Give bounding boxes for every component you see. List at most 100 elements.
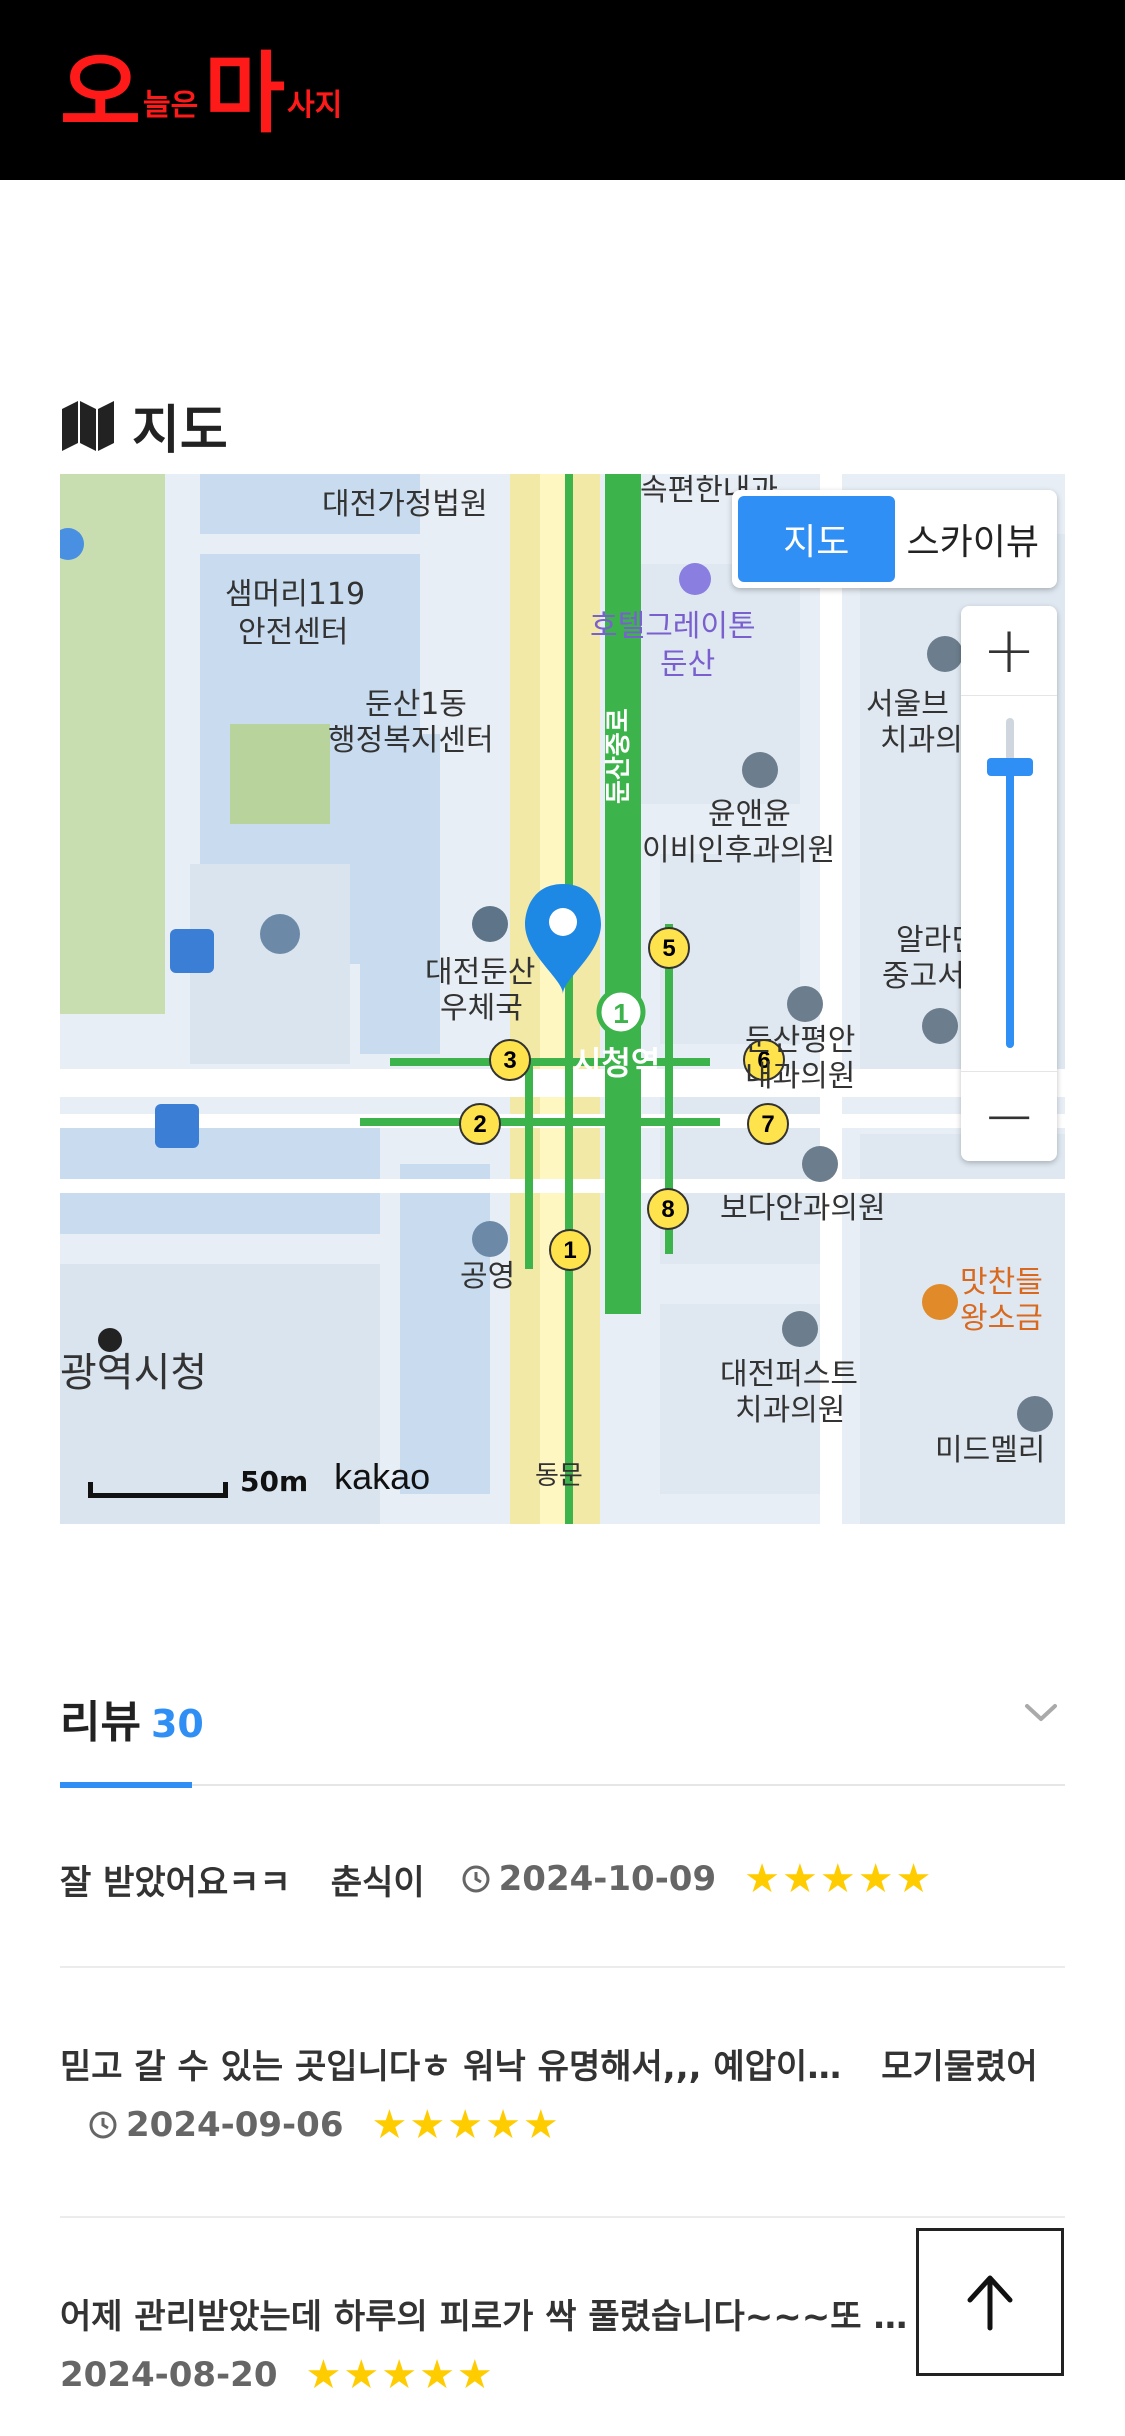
svg-text:5: 5 <box>662 935 675 962</box>
svg-text:둔산1동: 둔산1동 <box>365 687 467 722</box>
review-date-text: 2024-10-09 <box>498 1859 717 1899</box>
star-rating: ★ ★ ★ ★ ★ <box>305 2355 494 2395</box>
star-icon: ★ <box>447 2102 484 2148</box>
svg-text:둔산: 둔산 <box>660 647 715 682</box>
svg-text:2: 2 <box>473 1111 486 1138</box>
svg-text:서울브: 서울브 <box>866 687 949 722</box>
svg-text:보다안과의원: 보다안과의원 <box>720 1191 886 1226</box>
reviews-header[interactable]: 리뷰 30 <box>60 1670 1065 1788</box>
arrow-up-icon <box>967 2275 1013 2331</box>
star-icon: ★ <box>819 1856 856 1902</box>
map-provider-logo: kakao <box>334 1456 431 1497</box>
svg-text:시청역: 시청역 <box>572 1044 660 1082</box>
map-scale: 50m kakao <box>88 1456 430 1498</box>
svg-text:대전둔산: 대전둔산 <box>425 955 535 990</box>
svg-text:3: 3 <box>503 1047 516 1074</box>
review-date: 2024-09-06 <box>88 2105 343 2145</box>
star-icon: ★ <box>744 1856 780 1902</box>
svg-text:샘머리119: 샘머리119 <box>225 577 365 612</box>
svg-text:우체국: 우체국 <box>440 991 523 1026</box>
logo-part3: 마 <box>204 42 285 145</box>
review-line: 믿고 갈 수 있는 곳입니다ㅎ 워낙 유명해서,,, 예압이… 모기물렸어 <box>60 2032 1065 2094</box>
svg-text:행정복지센터: 행정복지센터 <box>328 723 494 758</box>
clock-icon <box>462 1865 490 1893</box>
map-canvas: 1 1 2 3 5 6 7 8 대전가정법원 샘머리119 안전센터 둔산1동 … <box>60 474 1065 1524</box>
review-date-text: 2024-09-06 <box>126 2105 344 2145</box>
scroll-to-top-button[interactable] <box>916 2228 1064 2376</box>
svg-text:1: 1 <box>563 1237 576 1264</box>
scale-bar <box>88 1482 228 1498</box>
svg-text:미드멜리: 미드멜리 <box>935 1433 1045 1468</box>
star-rating: ★ ★ ★ ★ ★ <box>371 2105 560 2145</box>
zoom-in-button[interactable]: + <box>961 606 1057 696</box>
map-type-skyview-button[interactable]: 스카이뷰 <box>895 496 1052 582</box>
review-line: 2024-08-20 ★ ★ ★ ★ ★ <box>60 2344 1065 2406</box>
reviews-title: 리뷰 <box>60 1697 141 1748</box>
review-text: 믿고 갈 수 있는 곳입니다ㅎ 워낙 유명해서,,, 예압이… <box>60 2046 842 2087</box>
logo-part2: 늘은 <box>142 88 199 123</box>
logo-part1: 오 <box>60 42 141 145</box>
map-type-map-button[interactable]: 지도 <box>738 496 895 582</box>
svg-text:1: 1 <box>613 998 629 1029</box>
svg-text:공영: 공영 <box>460 1259 515 1294</box>
svg-text:치과의원: 치과의원 <box>735 1393 845 1428</box>
svg-text:내과의원: 내과의원 <box>745 1059 855 1094</box>
reviews-count: 30 <box>150 1702 204 1746</box>
zoom-out-button[interactable]: − <box>961 1071 1057 1161</box>
map-view[interactable]: 1 1 2 3 5 6 7 8 대전가정법원 샘머리119 안전센터 둔산1동 … <box>60 474 1065 1524</box>
chevron-down-icon[interactable] <box>1021 1692 1061 1732</box>
review-author: 모기물렸어 <box>881 2046 1038 2087</box>
star-icon: ★ <box>485 2102 521 2148</box>
star-icon: ★ <box>857 1856 894 1902</box>
svg-text:8: 8 <box>661 1196 674 1223</box>
svg-text:광역시청: 광역시청 <box>60 1350 207 1396</box>
svg-text:7: 7 <box>761 1111 774 1138</box>
star-icon: ★ <box>371 2102 408 2148</box>
review-line: 2024-09-06 ★ ★ ★ ★ ★ <box>60 2094 1065 2156</box>
review-line: 어제 관리받았는데 하루의 피로가 싹 풀렸습니다~~~또 … 깡 <box>60 2282 1065 2344</box>
review-text: 잘 받았어요ㅋㅋ <box>60 1862 291 1903</box>
svg-text:중고서: 중고서 <box>882 959 965 994</box>
logo-part4: 사지 <box>287 88 343 123</box>
review-author: 춘식이 <box>330 1862 425 1903</box>
map-title: 지도 <box>132 400 228 461</box>
review-date: 2024-10-09 <box>461 1859 716 1899</box>
clock-icon <box>89 2111 117 2139</box>
reviews-title-wrap: 리뷰 30 <box>60 1686 204 1750</box>
review-item[interactable]: 믿고 갈 수 있는 곳입니다ㅎ 워낙 유명해서,,, 예압이… 모기물렸어 20… <box>60 1968 1065 2218</box>
svg-text:동문: 동문 <box>535 1461 583 1491</box>
zoom-control: + − <box>961 606 1057 1161</box>
svg-text:맛찬들: 맛찬들 <box>960 1265 1043 1300</box>
map-section-title: 지도 <box>60 390 228 461</box>
zoom-slider-handle[interactable] <box>987 758 1033 776</box>
site-logo[interactable]: 오 늘은 마 사지 <box>60 42 348 145</box>
scale-label: 50m <box>240 1465 309 1498</box>
star-icon: ★ <box>456 2352 493 2398</box>
svg-text:둔산평안: 둔산평안 <box>745 1023 855 1058</box>
review-date-text: 2024-08-20 <box>60 2355 278 2395</box>
svg-text:왕소금: 왕소금 <box>960 1301 1043 1336</box>
svg-text:윤앤윤: 윤앤윤 <box>708 797 791 832</box>
reviews-tab-underline <box>60 1782 192 1788</box>
svg-text:둔산중로: 둔산중로 <box>604 708 634 804</box>
star-icon: ★ <box>419 2352 455 2398</box>
review-item[interactable]: 어제 관리받았는데 하루의 피로가 싹 풀렸습니다~~~또 … 깡 2024-0… <box>60 2218 1065 2436</box>
star-icon: ★ <box>781 1856 818 1902</box>
svg-text:안전센터: 안전센터 <box>238 615 348 650</box>
star-icon: ★ <box>895 1856 932 1902</box>
review-date: 2024-08-20 <box>60 2355 277 2395</box>
review-item[interactable]: 잘 받았어요ㅋㅋ 춘식이 2024-10-09 ★ ★ ★ ★ ★ <box>60 1800 1065 1968</box>
review-line: 잘 받았어요ㅋㅋ 춘식이 2024-10-09 ★ ★ ★ ★ ★ <box>60 1848 1065 1910</box>
star-rating: ★ ★ ★ ★ ★ <box>744 1859 933 1899</box>
svg-text:호텔그레이톤: 호텔그레이톤 <box>590 609 756 644</box>
star-icon: ★ <box>343 2352 380 2398</box>
map-label-court: 대전가정법원 <box>322 487 488 522</box>
map-type-toggle: 지도 스카이뷰 <box>732 490 1057 588</box>
map-icon <box>62 401 114 451</box>
review-text: 어제 관리받았는데 하루의 피로가 싹 풀렸습니다~~~또 … <box>60 2296 908 2337</box>
site-header: 오 늘은 마 사지 <box>0 0 1125 180</box>
svg-text:대전퍼스트: 대전퍼스트 <box>720 1357 858 1392</box>
star-icon: ★ <box>305 2352 342 2398</box>
star-icon: ★ <box>409 2102 446 2148</box>
star-icon: ★ <box>522 2102 559 2148</box>
